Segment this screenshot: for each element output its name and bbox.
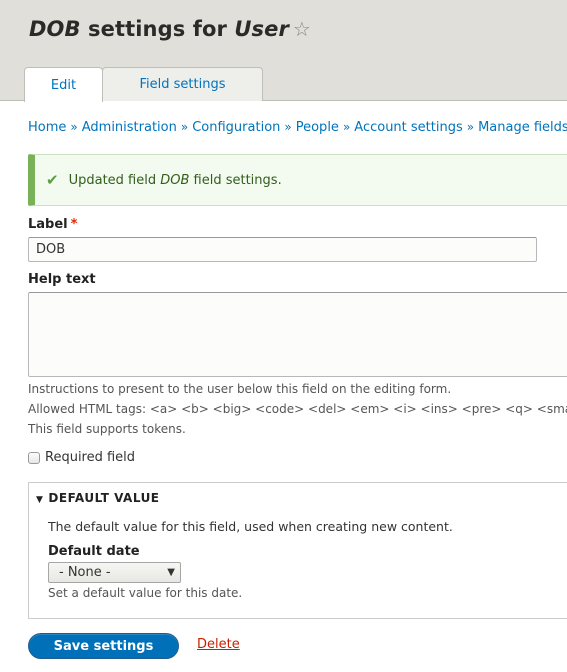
delete-link[interactable]: Delete xyxy=(197,637,240,652)
default-value-summary-text: Default value xyxy=(48,491,160,505)
default-value-details: ▼ Default value The default value for thi… xyxy=(28,482,567,619)
tab-edit[interactable]: Edit xyxy=(24,67,103,102)
check-icon: ✔ xyxy=(46,171,59,189)
required-field-checkbox[interactable] xyxy=(28,451,40,464)
required-field-option[interactable]: Required field xyxy=(28,450,135,465)
tokens-description: This field supports tokens. xyxy=(28,422,186,436)
breadcrumb-manage-fields[interactable]: Manage fields xyxy=(478,120,567,135)
default-date-selected: - None - xyxy=(59,565,111,580)
allowed-tags-description: Allowed HTML tags: <a> <b> <big> <code> … xyxy=(28,402,567,416)
breadcrumb: Home» Administration» Configuration» People… xyxy=(28,120,567,135)
required-marker: * xyxy=(70,217,78,232)
help-text-textarea[interactable] xyxy=(28,292,567,377)
default-date-description: Set a default value for this date. xyxy=(48,586,243,600)
breadcrumb-people[interactable]: People xyxy=(296,120,339,135)
help-text-label: Help text xyxy=(28,272,96,287)
breadcrumb-separator: » xyxy=(466,120,475,134)
breadcrumb-home[interactable]: Home xyxy=(28,120,66,135)
label-input[interactable] xyxy=(28,237,537,262)
breadcrumb-separator: » xyxy=(70,120,78,134)
default-value-description: The default value for this field, used w… xyxy=(48,519,453,534)
default-date-select[interactable]: - None - ▼ xyxy=(48,562,181,583)
dropdown-arrow-icon: ▼ xyxy=(167,567,175,578)
breadcrumb-configuration[interactable]: Configuration xyxy=(192,120,280,135)
status-message-text: Updated field DOB field settings. xyxy=(69,173,282,188)
title-middle: settings for xyxy=(80,17,235,41)
breadcrumb-separator: » xyxy=(342,120,351,134)
star-icon[interactable]: ☆ xyxy=(293,17,311,41)
required-field-label: Required field xyxy=(45,450,136,465)
status-message: ✔ Updated field DOB field settings. xyxy=(28,154,567,206)
help-text-description: Instructions to present to the user belo… xyxy=(28,382,452,396)
breadcrumb-separator: » xyxy=(180,120,189,134)
page-title: DOB settings for User ☆ xyxy=(29,17,311,41)
message-field: DOB xyxy=(160,172,190,188)
save-settings-button[interactable]: Save settings xyxy=(28,633,179,659)
message-suffix: field settings. xyxy=(189,172,282,188)
label-field-label-text: Label xyxy=(28,217,68,232)
breadcrumb-administration[interactable]: Administration xyxy=(82,120,177,135)
message-prefix: Updated field xyxy=(68,172,161,188)
tab-field-settings[interactable]: Field settings xyxy=(102,67,263,101)
page-header: DOB settings for User ☆ Edit Field settin… xyxy=(0,0,567,102)
title-entity-name: User xyxy=(234,17,289,41)
default-value-summary[interactable]: ▼ Default value xyxy=(36,491,160,505)
breadcrumb-separator: » xyxy=(284,120,292,134)
breadcrumb-account-settings[interactable]: Account settings xyxy=(354,120,462,135)
expand-triangle-icon: ▼ xyxy=(36,495,44,505)
label-field-label: Label * xyxy=(28,217,77,232)
title-field-name: DOB xyxy=(29,17,81,41)
default-date-label: Default date xyxy=(48,544,140,559)
